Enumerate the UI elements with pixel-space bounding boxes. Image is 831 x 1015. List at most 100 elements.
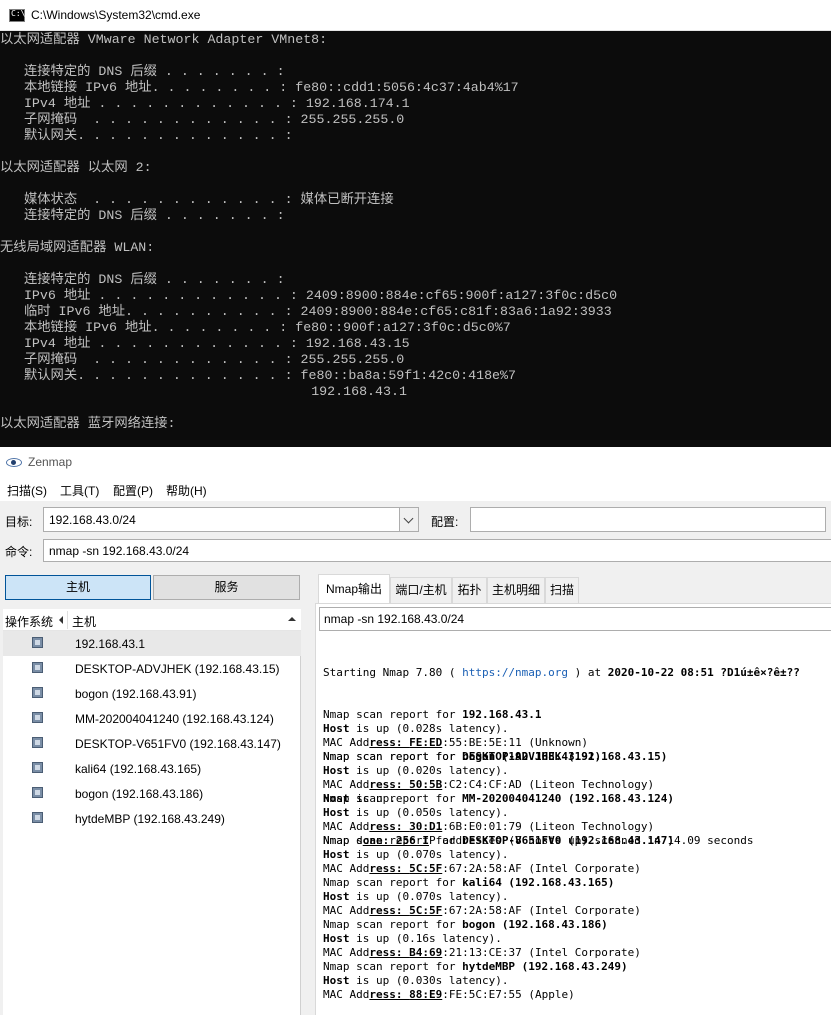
mac-prefix: 30:D1 <box>409 820 443 833</box>
host-label: 192.168.43.1 <box>75 637 146 651</box>
host-row[interactable]: DESKTOP-ADVJHEK (192.168.43.15) <box>3 656 301 681</box>
output-line-mac: MAC Address: B4:69:21:13:CE:37 (Intel Co… <box>323 946 641 959</box>
output-command-select[interactable]: nmap -sn 192.168.43.0/24 <box>319 607 831 631</box>
mac-vendor: (Apple) <box>528 988 575 1001</box>
mac-prefix: 5C:5F <box>409 904 443 917</box>
services-button[interactable]: 服务 <box>153 575 300 600</box>
cmd-console[interactable]: 以太网适配器 VMware Network Adapter VMnet8: 连接… <box>0 31 831 447</box>
menu-scan[interactable]: 扫描(S) <box>7 482 47 499</box>
tab-scans[interactable]: 扫描 <box>545 577 579 603</box>
report-host: MM-202004041240 (192.168.43.124) <box>462 792 674 805</box>
output-line-report: Nmap scan report for hytdeMBP (192.168.4… <box>323 960 628 973</box>
menu-profile[interactable]: 配置(P) <box>113 482 153 499</box>
cmd-window: C:\Windows\System32\cmd.exe 以太网适配器 VMwar… <box>0 0 831 447</box>
output-blocks: Nmap scan report for 192.168.43.1 Host is… <box>323 708 800 1001</box>
cmd-line: 本地链接 IPv6 地址. . . . . . . . : fe80::cdd1… <box>0 80 519 95</box>
latency: (0.028s latency). <box>395 722 509 735</box>
host-label: MM-202004041240 (192.168.43.124) <box>75 712 274 726</box>
report-host: kali64 (192.168.43.165) <box>462 876 615 889</box>
output-line-mac: MAC Address: 50:5B:C2:C4:CF:AD (Liteon T… <box>323 778 655 791</box>
output-line-mac: MAC Address: 5C:5F:67:2A:58:AF (Intel Co… <box>323 862 641 875</box>
output-line-mac: MAC Address: 88:E9:FE:5C:E7:55 (Apple) <box>323 988 575 1001</box>
latency: (0.020s latency). <box>395 764 509 777</box>
cmd-line: 连接特定的 DNS 后缀 . . . . . . . : <box>0 272 285 287</box>
host-label: DESKTOP-V651FV0 (192.168.43.147) <box>75 737 281 751</box>
cmd-line: IPv6 地址 . . . . . . . . . . . . : 2409:8… <box>0 288 618 303</box>
host-label: bogon (192.168.43.91) <box>75 687 197 701</box>
chevron-down-icon[interactable] <box>399 508 418 531</box>
hosts-button[interactable]: 主机 <box>5 575 151 600</box>
output-line-status: Host is up (0.028s latency). <box>323 722 509 735</box>
profile-dropdown-arrow[interactable] <box>825 507 831 532</box>
report-host: hytdeMBP (192.168.43.249) <box>462 960 628 973</box>
mac-vendor: (Liteon Technology) <box>528 820 655 833</box>
os-unknown-icon <box>32 762 43 773</box>
cmd-line: IPv4 地址 . . . . . . . . . . . . : 192.16… <box>0 336 410 351</box>
latency: (0.070s latency). <box>395 890 509 903</box>
mac-prefix: B4:69 <box>409 946 443 959</box>
latency: (0.16s latency). <box>395 932 502 945</box>
output-line-status: Host is up (0.030s latency). <box>323 974 509 987</box>
target-row: 目标: 192.168.43.0/24 配置: <box>0 503 831 535</box>
host-row[interactable]: DESKTOP-V651FV0 (192.168.43.147) <box>3 731 301 756</box>
command-label: 命令: <box>5 545 33 559</box>
host-row[interactable]: bogon (192.168.43.91) <box>3 681 301 706</box>
output-line-status: Host is up (0.16s latency). <box>323 932 502 945</box>
host-row[interactable]: kali64 (192.168.43.165) <box>3 756 301 781</box>
cmd-line: 无线局域网适配器 WLAN: <box>0 240 155 255</box>
latency: (0.070s latency). <box>395 848 509 861</box>
output-line-status: Host is up (0.050s latency). <box>323 806 509 819</box>
zenmap-titlebar[interactable]: Zenmap <box>0 447 831 477</box>
zenmap-title: Zenmap <box>28 455 73 469</box>
host-row[interactable]: hytdeMBP (192.168.43.249) <box>3 806 301 831</box>
mac-vendor: (Intel Corporate) <box>528 904 641 917</box>
nmap-output-text[interactable]: Starting Nmap 7.80 ( https://nmap.org ) … <box>323 638 800 1001</box>
cmd-line: 默认网关. . . . . . . . . . . . . : <box>0 128 293 143</box>
profile-label: 配置: <box>431 515 459 529</box>
cmd-line <box>0 400 831 416</box>
host-label: DESKTOP-ADVJHEK (192.168.43.15) <box>75 662 280 676</box>
cmd-line: 连接特定的 DNS 后缀 . . . . . . . : <box>0 208 285 223</box>
cmd-line: 子网掩码 . . . . . . . . . . . . : 255.255.2… <box>0 352 405 367</box>
host-row[interactable]: bogon (192.168.43.186) <box>3 781 301 806</box>
command-input[interactable]: nmap -sn 192.168.43.0/24 <box>43 539 831 562</box>
os-unknown-icon <box>32 812 43 823</box>
cmd-line: 以太网适配器 VMware Network Adapter VMnet8: <box>0 32 328 47</box>
menu-tools[interactable]: 工具(T) <box>60 482 99 499</box>
tab-host-details[interactable]: 主机明细 <box>487 577 545 603</box>
output-line-mac: MAC Address: FE:ED:55:BE:5E:11 (Unknown) <box>323 736 588 749</box>
output-line-report: Nmap scan report for 192.168.43.1 <box>323 708 542 721</box>
os-unknown-icon <box>32 737 43 748</box>
zenmap-window: Zenmap 扫描(S) 工具(T) 配置(P) 帮助(H) 目标: 192.1… <box>0 447 831 1015</box>
mac-vendor: (Intel Corporate) <box>528 946 641 959</box>
output-line-done: Nmap done: 256 IP addresses (8 hosts up)… <box>323 834 754 847</box>
menu-help[interactable]: 帮助(H) <box>166 482 207 499</box>
profile-combobox[interactable] <box>470 507 831 532</box>
host-list-header: 操作系统 主机 <box>3 609 301 631</box>
target-value: 192.168.43.0/24 <box>49 513 136 527</box>
target-combobox[interactable]: 192.168.43.0/24 <box>43 507 419 532</box>
tab-ports-hosts[interactable]: 端口/主机 <box>390 577 452 603</box>
mac-prefix: FE:ED <box>409 736 443 749</box>
column-divider[interactable] <box>67 611 68 629</box>
os-unknown-icon <box>32 712 43 723</box>
tab-topology[interactable]: 拓扑 <box>452 577 487 603</box>
tab-nmap-output[interactable]: Nmap输出 <box>318 574 390 603</box>
column-host[interactable]: 主机 <box>72 613 96 630</box>
zenmap-eye-icon <box>6 458 22 467</box>
cmd-line: 临时 IPv6 地址. . . . . . . . . . : 2409:890… <box>0 304 612 319</box>
cmd-line <box>0 224 831 240</box>
cmd-output: 以太网适配器 VMware Network Adapter VMnet8: 连接… <box>0 31 831 432</box>
host-row[interactable]: MM-202004041240 (192.168.43.124) <box>3 706 301 731</box>
column-os[interactable]: 操作系统 <box>5 613 53 630</box>
cmd-titlebar[interactable]: C:\Windows\System32\cmd.exe <box>0 0 831 31</box>
host-label: hytdeMBP (192.168.43.249) <box>75 812 225 826</box>
nmap-url-link[interactable]: https://nmap.org <box>462 666 568 679</box>
output-line-report: Nmap scan report for kali64 (192.168.43.… <box>323 876 615 889</box>
mac-suffix: :C2:C4:CF:AD <box>442 778 522 791</box>
target-label: 目标: <box>5 515 33 529</box>
output-command-value: nmap -sn 192.168.43.0/24 <box>324 612 465 626</box>
menu-bar: 扫描(S) 工具(T) 配置(P) 帮助(H) <box>0 477 831 501</box>
host-row[interactable]: 192.168.43.1 <box>3 631 301 656</box>
mac-suffix: :FE:5C:E7:55 <box>442 988 522 1001</box>
